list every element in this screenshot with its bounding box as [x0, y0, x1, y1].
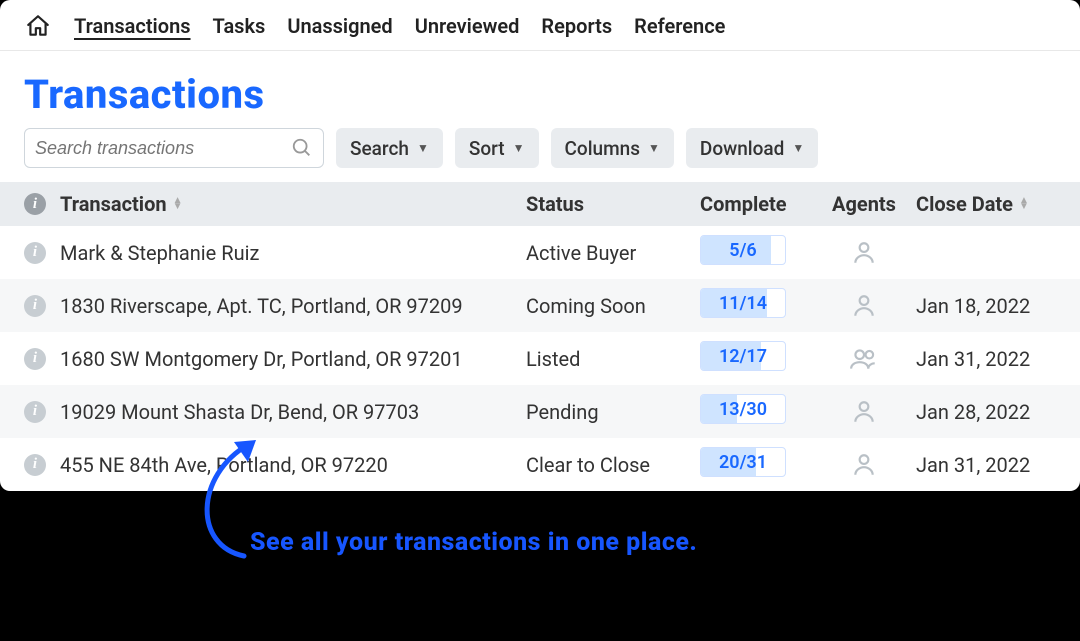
table-header: i Transaction▲▼ Status Complete Agents C… — [0, 182, 1080, 226]
cell-status: Clear to Close — [526, 453, 700, 477]
cell-status: Pending — [526, 400, 700, 424]
cell-transaction: Mark & Stephanie Ruiz — [60, 241, 526, 265]
cell-transaction: 455 NE 84th Ave, Portland, OR 97220 — [60, 453, 526, 477]
cell-status: Coming Soon — [526, 294, 700, 318]
search-box[interactable] — [24, 128, 324, 168]
sort-button[interactable]: Sort ▼ — [455, 128, 539, 168]
annotation-text: See all your transactions in one place. — [250, 528, 697, 557]
info-icon[interactable]: i — [24, 348, 46, 370]
table-row[interactable]: i Mark & Stephanie RuizActive Buyer5/6 — [0, 226, 1080, 279]
complete-pill[interactable]: 13/30 — [700, 394, 786, 424]
complete-pill[interactable]: 5/6 — [700, 235, 786, 265]
nav-item-transactions[interactable]: Transactions — [74, 14, 191, 38]
info-icon[interactable]: i — [24, 401, 46, 423]
caret-down-icon: ▼ — [792, 141, 804, 155]
cell-complete: 20/31 — [700, 447, 812, 482]
column-header-transaction[interactable]: Transaction▲▼ — [60, 192, 526, 216]
nav-item-tasks[interactable]: Tasks — [213, 14, 266, 38]
download-button-label: Download — [700, 137, 784, 160]
cell-complete: 13/30 — [700, 394, 812, 429]
cell-transaction: 19029 Mount Shasta Dr, Bend, OR 97703 — [60, 400, 526, 424]
cell-transaction: 1830 Riverscape, Apt. TC, Portland, OR 9… — [60, 294, 526, 318]
columns-button[interactable]: Columns ▼ — [551, 128, 674, 168]
toolbar: Search ▼ Sort ▼ Columns ▼ Download ▼ — [0, 128, 1080, 182]
annotation: See all your transactions in one place. — [250, 528, 697, 557]
nav-item-unassigned[interactable]: Unassigned — [287, 14, 392, 38]
cell-close-date: Jan 18, 2022 — [916, 294, 1056, 318]
table-row[interactable]: i 1830 Riverscape, Apt. TC, Portland, OR … — [0, 279, 1080, 332]
cell-transaction: 1680 SW Montgomery Dr, Portland, OR 9720… — [60, 347, 526, 371]
table-row[interactable]: i 455 NE 84th Ave, Portland, OR 97220Clea… — [0, 438, 1080, 491]
columns-button-label: Columns — [565, 137, 641, 160]
complete-label: 12/17 — [701, 342, 785, 370]
column-header-close-date[interactable]: Close Date▲▼ — [916, 192, 1056, 216]
cell-complete: 12/17 — [700, 341, 812, 376]
cell-complete: 11/14 — [700, 288, 812, 323]
top-nav: Transactions Tasks Unassigned Unreviewed Rep… — [0, 0, 1080, 51]
sort-arrows-icon: ▲▼ — [173, 198, 183, 210]
page-title: Transactions — [0, 51, 1080, 128]
nav-item-reference[interactable]: Reference — [634, 14, 725, 38]
sort-button-label: Sort — [469, 137, 505, 160]
complete-pill[interactable]: 11/14 — [700, 288, 786, 318]
cell-agents[interactable] — [812, 293, 916, 319]
download-button[interactable]: Download ▼ — [686, 128, 818, 168]
cell-complete: 5/6 — [700, 235, 812, 270]
app-card: Transactions Tasks Unassigned Unreviewed Rep… — [0, 0, 1080, 491]
nav-items: Transactions Tasks Unassigned Unreviewed Rep… — [74, 14, 725, 38]
cell-agents[interactable] — [812, 452, 916, 478]
cell-agents[interactable] — [812, 348, 916, 370]
caret-down-icon: ▼ — [648, 141, 660, 155]
info-icon[interactable]: i — [24, 295, 46, 317]
sort-arrows-icon: ▲▼ — [1019, 198, 1029, 210]
search-button-label: Search — [350, 137, 409, 160]
transactions-table: i Transaction▲▼ Status Complete Agents C… — [0, 182, 1080, 491]
caret-down-icon: ▼ — [513, 141, 525, 155]
column-header-complete[interactable]: Complete — [700, 192, 812, 216]
complete-pill[interactable]: 12/17 — [700, 341, 786, 371]
complete-label: 13/30 — [701, 395, 785, 423]
cell-agents[interactable] — [812, 399, 916, 425]
search-button[interactable]: Search ▼ — [336, 128, 443, 168]
search-input[interactable] — [35, 138, 291, 159]
column-header-agents[interactable]: Agents — [812, 192, 916, 216]
table-row[interactable]: i 19029 Mount Shasta Dr, Bend, OR 97703Pe… — [0, 385, 1080, 438]
cell-agents[interactable] — [812, 240, 916, 266]
nav-item-reports[interactable]: Reports — [541, 14, 612, 38]
cell-status: Active Buyer — [526, 241, 700, 265]
complete-label: 5/6 — [701, 236, 785, 264]
complete-pill[interactable]: 20/31 — [700, 447, 786, 477]
cell-status: Listed — [526, 347, 700, 371]
nav-item-unreviewed[interactable]: Unreviewed — [415, 14, 520, 38]
table-body: i Mark & Stephanie RuizActive Buyer5/6 i 18… — [0, 226, 1080, 491]
complete-label: 11/14 — [701, 289, 785, 317]
info-icon[interactable]: i — [24, 454, 46, 476]
table-row[interactable]: i 1680 SW Montgomery Dr, Portland, OR 972… — [0, 332, 1080, 385]
column-header-status[interactable]: Status — [526, 192, 700, 216]
home-icon[interactable] — [24, 12, 52, 40]
info-icon: i — [24, 193, 46, 215]
cell-close-date: Jan 31, 2022 — [916, 347, 1056, 371]
caret-down-icon: ▼ — [417, 141, 429, 155]
complete-label: 20/31 — [701, 448, 785, 476]
cell-close-date: Jan 28, 2022 — [916, 400, 1056, 424]
cell-close-date: Jan 31, 2022 — [916, 453, 1056, 477]
search-icon — [291, 137, 313, 159]
info-icon[interactable]: i — [24, 242, 46, 264]
